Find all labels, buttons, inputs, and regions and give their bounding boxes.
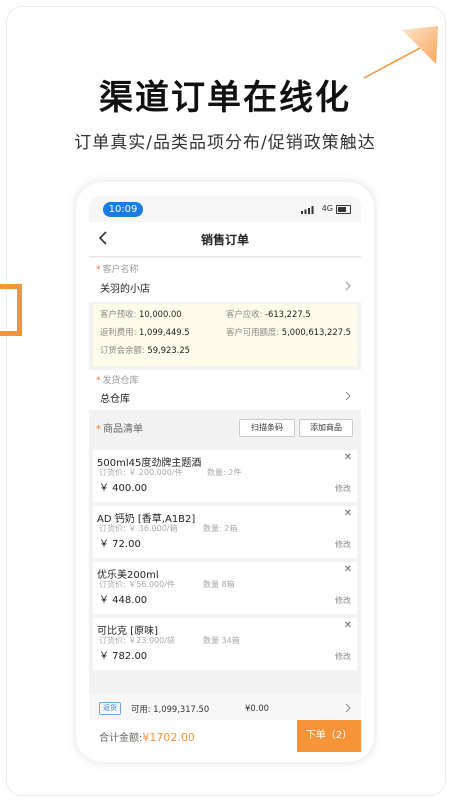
balance-info: 订货会余额: 59,923.25	[100, 345, 190, 355]
item-quantity: 数量: 2件	[207, 468, 242, 477]
rebate-available: 可用: 1,099,317.50	[131, 704, 210, 714]
item-quantity: 数量 34箱	[203, 636, 240, 645]
scan-barcode-button[interactable]: 扫描条码	[239, 419, 295, 437]
item-total: ￥ 72.00	[99, 539, 141, 550]
rebate-tag: 返货	[99, 702, 121, 715]
goods-item[interactable]: 500ml45度劲牌主题酒 订货价: ￥ 200.000/件 数量: 2件 ￥ …	[93, 450, 357, 502]
warehouse-label: * 发货仓库	[96, 376, 139, 386]
add-goods-button[interactable]: 添加商品	[299, 419, 353, 437]
item-unit-price: 订货价: ￥ 200.000/件	[99, 468, 183, 477]
goods-item[interactable]: AD 钙奶 [香草,A1B2] 订货价: ￥ 36.000/箱 数量: 2箱 ￥…	[93, 506, 357, 558]
item-quantity: 数量: 2箱	[203, 524, 238, 533]
goods-item[interactable]: 可比克 [原味] 订货价: ￥23.000/袋 数量 34箱 ￥ 782.00 …	[93, 618, 357, 670]
warehouse-section[interactable]: * 发货仓库 总仓库	[89, 370, 361, 410]
edit-link[interactable]: 修改	[335, 595, 351, 606]
total-value: ¥1702.00	[142, 731, 195, 744]
item-unit-price: 订货价: ￥23.000/袋	[99, 636, 175, 645]
chevron-right-icon[interactable]	[345, 703, 351, 713]
close-icon[interactable]: ✕	[344, 508, 352, 519]
prepay-info: 客户预收: 10,000.00	[100, 309, 182, 319]
rebate-info: 返利费用: 1,099,449.5	[100, 327, 190, 337]
goods-label: * 商品清单	[96, 424, 143, 435]
chevron-right-icon[interactable]	[345, 281, 351, 291]
goods-item[interactable]: 优乐美200ml 订货价: ￥56.000/件 数量 8箱 ￥ 448.00 ✕…	[93, 562, 357, 614]
item-quantity: 数量 8箱	[203, 580, 235, 589]
edit-link[interactable]: 修改	[335, 483, 351, 494]
warehouse-name: 总仓库	[100, 394, 130, 405]
customer-section[interactable]: * 客户名称 关羽的小店	[89, 258, 361, 302]
close-icon[interactable]: ✕	[344, 452, 352, 463]
item-unit-price: 订货价: ￥ 36.000/箱	[99, 524, 178, 533]
item-unit-price: 订货价: ￥56.000/件	[99, 580, 175, 589]
signal-icon	[301, 206, 314, 214]
customer-label: * 客户名称	[96, 265, 139, 275]
nav-bar: 销售订单	[89, 222, 361, 257]
edit-link[interactable]: 修改	[335, 651, 351, 662]
rebate-used: ¥0.00	[245, 703, 269, 713]
customer-name: 关羽的小店	[100, 284, 150, 295]
item-total: ￥ 782.00	[99, 651, 148, 662]
available-info: 客户可用额度: 5,000,613,227.5	[226, 327, 352, 337]
page-title: 销售订单	[200, 233, 249, 247]
item-total: ￥ 448.00	[99, 595, 148, 606]
chevron-right-icon[interactable]	[345, 391, 351, 401]
edit-link[interactable]: 修改	[335, 539, 351, 550]
subheadline: 订单真实/品类品项分布/促销政策触达	[74, 133, 376, 153]
headline: 渠道订单在线化	[99, 78, 351, 118]
item-total: ￥ 400.00	[99, 483, 148, 494]
bottom-bar: 合计金额:¥1702.00 下单（2）	[89, 720, 361, 752]
orange-bracket-decoration	[0, 284, 22, 336]
network-type: 4G	[321, 204, 333, 213]
rebate-bar[interactable]: 返货 可用: 1,099,317.50 ¥0.00	[89, 694, 361, 720]
total-amount: 合计金额:¥1702.00	[99, 731, 195, 744]
close-icon[interactable]: ✕	[344, 620, 352, 631]
status-time: 10:09	[103, 202, 143, 217]
account-info-box: 客户预收: 10,000.00 客户应收: -613,227.5 返利费用: 1…	[93, 304, 357, 366]
place-order-button[interactable]: 下单（2）	[297, 720, 361, 752]
close-icon[interactable]: ✕	[344, 564, 352, 575]
receivable-info: 客户应收: -613,227.5	[226, 309, 311, 319]
status-bar: 10:09 4G	[89, 196, 361, 222]
battery-icon	[336, 205, 351, 214]
